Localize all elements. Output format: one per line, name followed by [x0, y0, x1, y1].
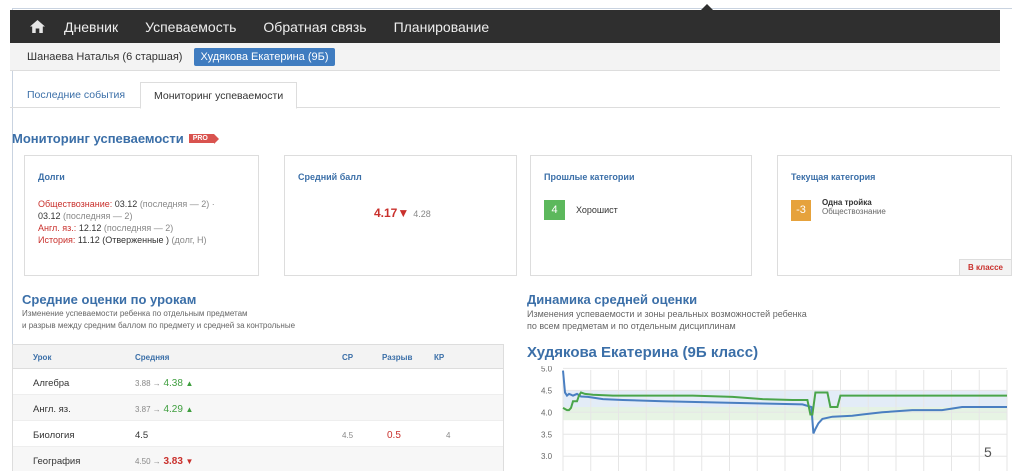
current-category-badge: -3 [791, 200, 811, 221]
dynamics-chart: 5.0 4.5 4.0 3.5 3.0 [527, 364, 1013, 471]
dynamics-title: Динамика средней оценки [527, 292, 698, 307]
header-lesson[interactable]: Урок [33, 353, 51, 362]
page-number: 5 [984, 444, 992, 460]
debt-note: (последняя — 2) · [139, 199, 215, 209]
nav-item-feedback[interactable]: Обратная связь [263, 19, 366, 35]
past-category-name: Хорошист [576, 205, 618, 215]
current-category-name: Одна тройка [822, 198, 872, 207]
nav-item-planning[interactable]: Планирование [394, 19, 490, 35]
debts-title: Долги [38, 172, 65, 182]
page-title: Мониторинг успеваемости PRO [12, 131, 220, 146]
chart-y-tick-label: 4.0 [541, 408, 553, 417]
debt-note: (последняя — 2) [103, 223, 174, 233]
lessons-desc-line1: Изменение успеваемости ребенка по отдель… [22, 309, 248, 318]
page-title-text: Мониторинг успеваемости [12, 131, 184, 146]
avg-to: 3.83 [163, 456, 183, 467]
average-value: 4.17▼ 4.28 [374, 206, 431, 220]
avg-from: 3.87 → [135, 405, 161, 414]
debt-date: 12.12 [76, 223, 104, 233]
tab-monitoring[interactable]: Мониторинг успеваемости [140, 82, 298, 109]
debt-subject: Обществознание: [38, 199, 113, 209]
top-navbar: Дневник Успеваемость Обратная связь План… [10, 4, 1000, 43]
in-class-link[interactable]: В классе [959, 259, 1011, 275]
table-header: Урок Средняя СР Разрыв КР [13, 345, 503, 369]
row-kr: 4 [446, 431, 451, 440]
row-average: 4.5 [135, 430, 149, 441]
dynamics-desc-line1: Изменения успеваемости и зоны реальных в… [527, 309, 807, 319]
chart-y-tick-label: 3.5 [541, 430, 553, 439]
average-current: 4.17▼ [374, 206, 410, 220]
average-title: Средний балл [298, 172, 362, 182]
dynamics-chart-svg: 5.0 4.5 4.0 3.5 3.0 [541, 364, 1008, 471]
nav-caret-indicator [700, 4, 714, 11]
current-category-subject: Обществознание [822, 207, 886, 216]
debt-item-social-2[interactable]: 03.12 (последняя — 2) [38, 210, 268, 222]
arrow-down-icon: ▼ [185, 457, 194, 466]
row-average: 3.87 → 4.29 ▲ [135, 404, 193, 415]
student-shanaeva[interactable]: Шанаева Наталья (6 старшая) [27, 51, 182, 63]
lessons-title: Средние оценки по урокам [22, 292, 197, 307]
debt-date: 11.12 (Отверженные ) [75, 235, 172, 245]
row-subject: Англ. яз. [33, 404, 71, 415]
current-category-card: Текущая категория -3 Одна тройка Обществ… [777, 155, 1012, 276]
tab-recent-events[interactable]: Последние события [14, 82, 138, 108]
row-average: 4.50 → 3.83 ▼ [135, 456, 193, 467]
row-average: 3.88 → 4.38 ▲ [135, 378, 193, 389]
row-gap: 0.5 [387, 430, 401, 441]
dynamics-desc-line2: по всем предметам и по отдельным дисципл… [527, 321, 736, 331]
header-average[interactable]: Средняя [135, 353, 169, 362]
avg-from: 4.50 → [135, 457, 161, 466]
dynamics-description: Изменения успеваемости и зоны реальных в… [527, 308, 807, 332]
debts-card: Долги Обществознание: 03.12 (последняя —… [24, 155, 259, 276]
row-subject: Алгебра [33, 378, 70, 389]
debt-item-english[interactable]: Англ. яз.: 12.12 (последняя — 2) [38, 222, 268, 234]
avg-to: 4.29 [163, 404, 183, 415]
table-row[interactable]: География 4.50 → 3.83 ▼ [13, 447, 503, 471]
lessons-desc-line2: и разрыв между средним баллом по предмет… [22, 321, 296, 330]
table-row[interactable]: Алгебра 3.88 → 4.38 ▲ [13, 369, 503, 395]
current-category-title: Текущая категория [791, 172, 876, 182]
debt-item-social[interactable]: Обществознание: 03.12 (последняя — 2) · [38, 198, 268, 210]
debt-item-history[interactable]: История: 11.12 (Отверженные ) (долг, Н) [38, 234, 268, 246]
student-selector: Шанаева Наталья (6 старшая) Худякова Ека… [10, 43, 1000, 71]
student-khudyakova[interactable]: Худякова Екатерина (9Б) [194, 47, 335, 66]
tab-bar: Последние события Мониторинг успеваемост… [10, 82, 1000, 109]
nav-item-diary[interactable]: Дневник [64, 19, 118, 35]
past-category-badge: 4 [544, 200, 565, 220]
debts-list: Обществознание: 03.12 (последняя — 2) · … [38, 198, 268, 246]
lessons-description: Изменение успеваемости ребенка по отдель… [22, 308, 295, 332]
chart-title: Худякова Екатерина (9Б класс) [527, 344, 759, 361]
header-cr[interactable]: СР [342, 353, 353, 362]
chart-y-tick-label: 5.0 [541, 366, 553, 373]
average-previous: 4.28 [413, 209, 431, 219]
chart-y-tick-label: 3.0 [541, 452, 553, 461]
average-card: Средний балл 4.17▼ 4.28 [284, 155, 517, 276]
lessons-table: Урок Средняя СР Разрыв КР Алгебра 3.88 →… [12, 344, 504, 471]
debt-subject: История: [38, 235, 76, 245]
debt-note: (долг, Н) [171, 235, 207, 245]
home-icon[interactable] [30, 20, 46, 34]
chart-y-tick-label: 4.5 [541, 386, 553, 395]
avg-to: 4.38 [163, 378, 183, 389]
pro-badge: PRO [188, 134, 220, 144]
row-cr: 4.5 [342, 431, 354, 440]
past-categories-title: Прошлые категории [544, 172, 635, 182]
nav-item-performance[interactable]: Успеваемость [145, 19, 236, 35]
table-row[interactable]: Биология 4.5 4.5 0.5 4 [13, 421, 503, 447]
debt-date: 03.12 [112, 199, 140, 209]
header-gap[interactable]: Разрыв [382, 353, 412, 362]
avg-from: 3.88 → [135, 379, 161, 388]
debt-date: 03.12 [38, 211, 64, 221]
debt-subject: Англ. яз.: [38, 223, 77, 233]
debt-note: (последняя — 2) [63, 211, 133, 221]
table-row[interactable]: Англ. яз. 3.87 → 4.29 ▲ [13, 395, 503, 421]
arrow-up-icon: ▲ [185, 379, 194, 388]
row-subject: География [33, 456, 81, 467]
past-categories-card: Прошлые категории 4 Хорошист [530, 155, 752, 276]
arrow-up-icon: ▲ [185, 405, 194, 414]
row-subject: Биология [33, 430, 75, 441]
header-kr[interactable]: КР [434, 353, 444, 362]
